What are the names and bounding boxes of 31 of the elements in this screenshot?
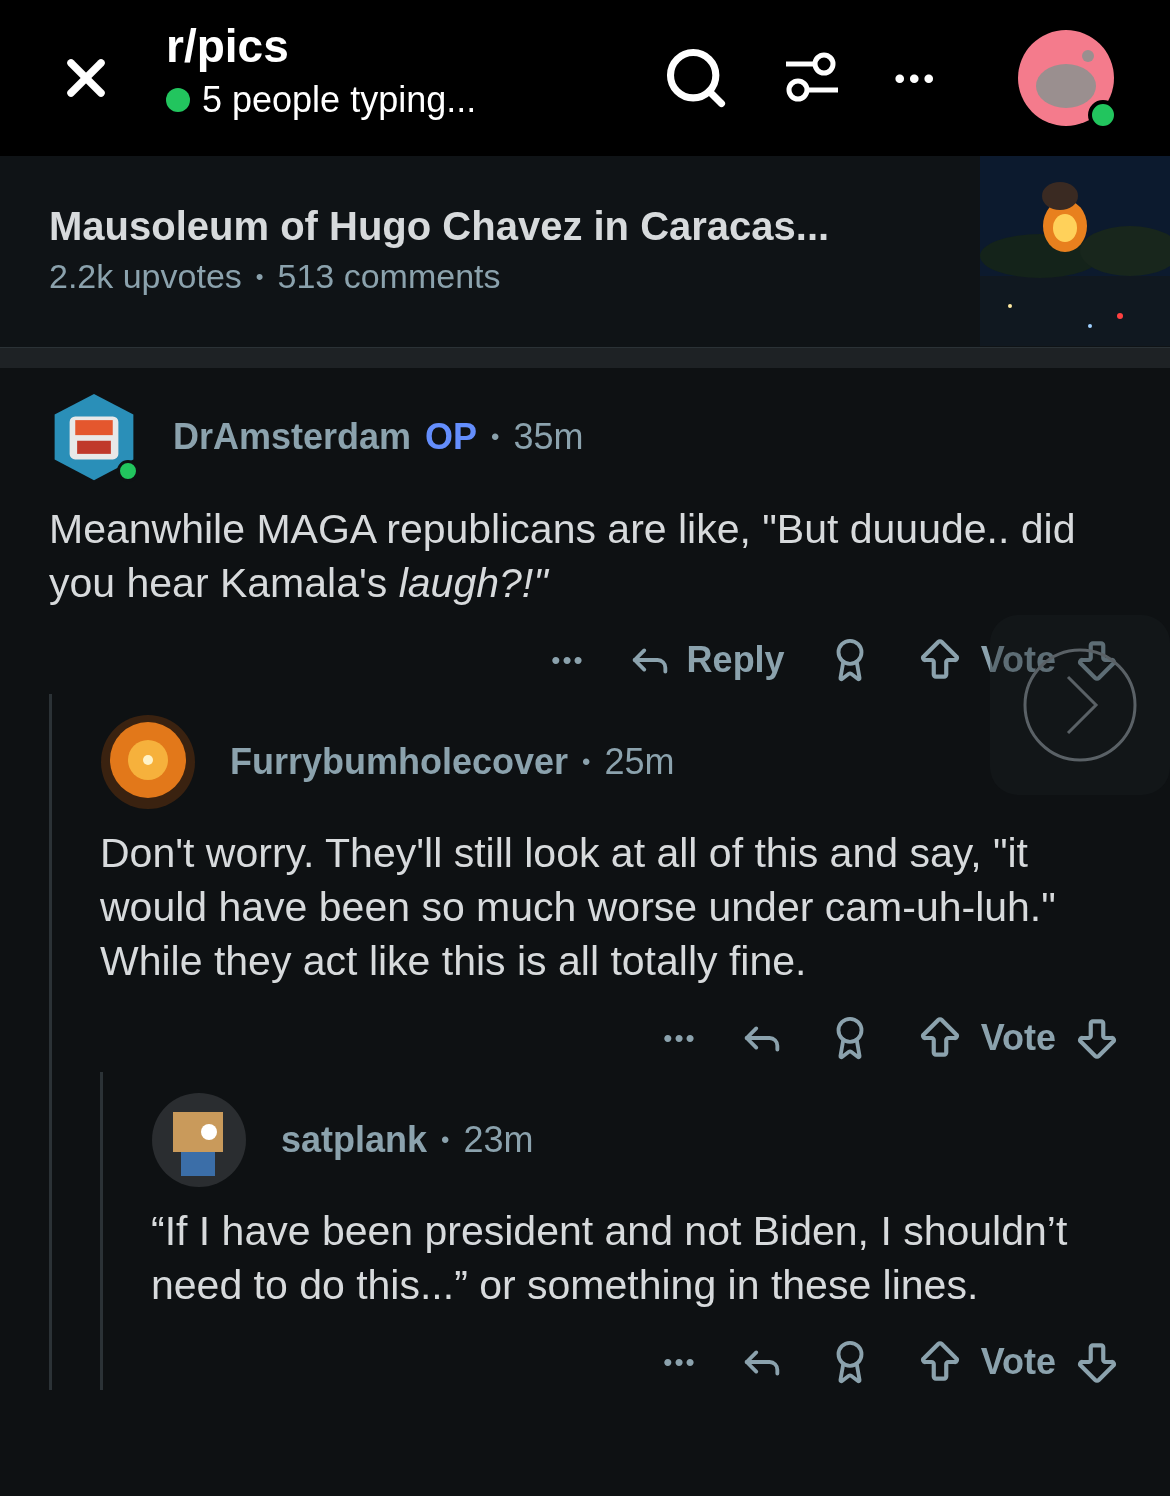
- typing-status: 5 people typing...: [202, 78, 477, 122]
- separator-dot: •: [255, 263, 264, 291]
- comment-body: Meanwhile MAGA republicans are like, "But duuude.. did you hear Kamala's laugh?!": [49, 505, 1077, 608]
- more-button[interactable]: •••: [894, 55, 938, 101]
- avatar-icon[interactable]: [100, 714, 196, 810]
- post-title: Mausoleum of Hugo Chavez in Caracas...: [49, 203, 831, 250]
- vote-label: Vote: [980, 638, 1056, 682]
- post-banner[interactable]: Mausoleum of Hugo Chavez in Caracas... 2.2k upvotes • 513 comments: [0, 156, 1170, 348]
- vote-label: Vote: [980, 1016, 1056, 1060]
- comment-time: 23m: [463, 1118, 534, 1162]
- comment-time: 25m: [604, 740, 675, 784]
- avatar-icon[interactable]: [151, 1092, 247, 1188]
- vote-label: Vote: [980, 1340, 1056, 1384]
- comment-count: 513 comments: [277, 256, 501, 297]
- subreddit-title: r/pics: [166, 19, 290, 73]
- separator-dot: •: [582, 747, 591, 777]
- user-avatar-icon[interactable]: [1018, 30, 1114, 126]
- more-button[interactable]: •••: [663, 1018, 697, 1058]
- username[interactable]: satplank: [281, 1113, 428, 1167]
- reply-button[interactable]: Reply: [626, 633, 785, 687]
- separator-dot: •: [441, 1125, 450, 1155]
- username[interactable]: Furrybumholecover: [230, 735, 569, 789]
- separator-dot: •: [491, 422, 500, 452]
- upvote-count: 2.2k upvotes: [49, 256, 242, 297]
- comment-body: Don't worry. They'll still look at all of this and say, "it would have been so much worse under cam-uh-luh." While they act like this is all totally fine.: [100, 829, 1057, 986]
- username[interactable]: DrAmsterdam: [173, 410, 412, 464]
- more-button[interactable]: •••: [663, 1342, 697, 1382]
- more-button[interactable]: •••: [551, 640, 585, 680]
- comment-body: “If I have been president and not Biden, I shouldn’t need to do this...” or something in these lines.: [151, 1207, 1069, 1310]
- op-label: OP: [425, 415, 478, 459]
- comment-time: 35m: [513, 415, 584, 459]
